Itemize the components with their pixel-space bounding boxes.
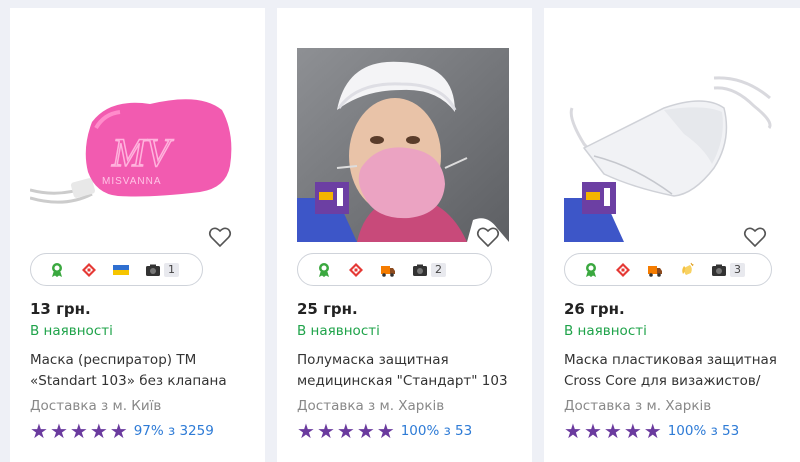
camera-icon	[412, 262, 428, 278]
favorite-heart-icon[interactable]	[208, 226, 232, 248]
star-icon: ★	[30, 419, 48, 443]
delivery-badges[interactable]: 2	[297, 253, 492, 286]
nova-poshta-icon	[615, 262, 631, 278]
quality-ribbon-icon	[583, 262, 599, 278]
star-icon: ★	[69, 419, 88, 443]
product-card[interactable]: 3 26 грн. В наявності Маска пластиковая …	[544, 8, 800, 462]
photo-count-badge: 3	[711, 262, 745, 278]
product-title-link[interactable]: Маска пластиковая защитная Cross Core дл…	[564, 350, 789, 392]
nova-poshta-icon	[348, 262, 364, 278]
clapping-hands-icon	[679, 262, 695, 278]
delivery-truck-icon	[380, 262, 396, 278]
delivery-truck-icon	[647, 262, 663, 278]
product-title-link[interactable]: Маска (респиратор) ТМ «Standart 103» без…	[30, 350, 255, 392]
product-price: 13 грн.	[30, 300, 91, 318]
star-icon: ★	[583, 419, 602, 443]
product-image[interactable]	[564, 48, 776, 242]
photo-count-badge: 2	[412, 262, 446, 278]
rating-summary-link[interactable]: 100% з 53	[668, 423, 740, 439]
star-icon: ★	[376, 419, 395, 443]
camera-icon	[711, 262, 727, 278]
favorite-heart-icon[interactable]	[476, 226, 500, 248]
seller-rating[interactable]: ★ ★ ★ ★ ★ 100% з 53	[297, 421, 472, 441]
star-icon: ★	[603, 419, 622, 443]
delivery-location: Доставка з м. Харків	[564, 398, 712, 414]
svg-text:MV: MV	[111, 130, 174, 175]
misvanna-logo-text: MISVANNA	[102, 176, 162, 187]
star-icon: ★	[297, 419, 315, 443]
star-icon: ★	[49, 419, 68, 443]
product-card[interactable]: MV MISVANNA 1 13 грн. В наявності Маска …	[10, 8, 265, 462]
star-icon: ★	[623, 419, 642, 443]
rating-summary-link[interactable]: 97% з 3259	[134, 423, 214, 439]
product-image[interactable]	[297, 48, 509, 242]
favorite-heart-icon[interactable]	[743, 226, 767, 248]
star-icon: ★	[316, 419, 335, 443]
photo-count: 1	[164, 262, 179, 277]
quality-ribbon-icon	[316, 262, 332, 278]
stock-status: В наявності	[30, 323, 113, 339]
product-image[interactable]: MV MISVANNA	[30, 48, 242, 242]
photo-count-badge: 1	[145, 262, 179, 278]
delivery-badges[interactable]: 3	[564, 253, 772, 286]
star-icon: ★	[89, 419, 108, 443]
star-icon: ★	[336, 419, 355, 443]
product-price: 25 грн.	[297, 300, 358, 318]
delivery-location: Доставка з м. Київ	[30, 398, 162, 414]
nova-poshta-icon	[81, 262, 97, 278]
star-icon: ★	[643, 419, 662, 443]
star-icon: ★	[564, 419, 582, 443]
seller-rating[interactable]: ★ ★ ★ ★ ★ 100% з 53	[564, 421, 739, 441]
quality-ribbon-icon	[49, 262, 65, 278]
seller-rating[interactable]: ★ ★ ★ ★ ★ 97% з 3259	[30, 421, 214, 441]
ukraine-flag-icon	[113, 262, 129, 278]
delivery-badges[interactable]: 1	[30, 253, 203, 286]
star-icon: ★	[356, 419, 375, 443]
star-icon: ★	[109, 419, 128, 443]
camera-icon	[145, 262, 161, 278]
product-card[interactable]: 2 25 грн. В наявності Полумаска защитная…	[277, 8, 532, 462]
product-title-link[interactable]: Полумаска защитная медицинская "Стандарт…	[297, 350, 522, 392]
photo-count: 2	[431, 262, 446, 277]
photo-count: 3	[730, 262, 745, 277]
stock-status: В наявності	[297, 323, 380, 339]
product-price: 26 грн.	[564, 300, 625, 318]
stock-status: В наявності	[564, 323, 647, 339]
rating-summary-link[interactable]: 100% з 53	[401, 423, 473, 439]
delivery-location: Доставка з м. Харків	[297, 398, 445, 414]
